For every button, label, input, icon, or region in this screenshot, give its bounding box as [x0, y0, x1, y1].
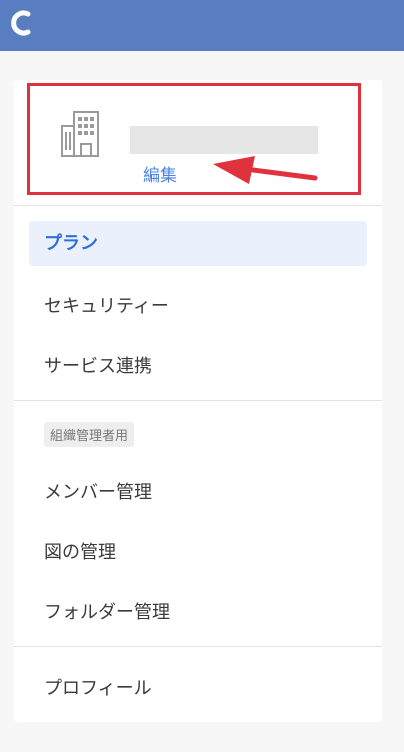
- crescent-logo-icon[interactable]: [9, 9, 37, 37]
- menu-item-diagrams[interactable]: 図の管理: [44, 538, 116, 564]
- top-bar: [0, 0, 404, 51]
- menu-item-services[interactable]: サービス連携: [44, 352, 152, 378]
- annotation-arrow-icon: [213, 156, 318, 184]
- menu-item-members[interactable]: メンバー管理: [44, 478, 152, 504]
- menu-item-folders[interactable]: フォルダー管理: [44, 598, 170, 624]
- organization-name-placeholder: [130, 126, 318, 154]
- menu-item-profile[interactable]: プロフィール: [44, 674, 152, 700]
- menu-item-plan-label: プラン: [44, 233, 98, 254]
- menu-item-security[interactable]: セキュリティー: [44, 292, 169, 318]
- settings-panel: 編集 プラン セキュリティー サービス連携 組織管理者用 メンバー管理 図の管理…: [14, 80, 382, 722]
- divider: [14, 646, 382, 647]
- menu-item-plan[interactable]: プラン: [29, 221, 367, 266]
- edit-organization-link[interactable]: 編集: [143, 161, 177, 186]
- divider: [14, 205, 382, 206]
- divider: [14, 400, 382, 401]
- building-icon: [61, 111, 99, 157]
- admin-section-label: 組織管理者用: [44, 422, 135, 447]
- organization-card: 編集: [27, 83, 361, 195]
